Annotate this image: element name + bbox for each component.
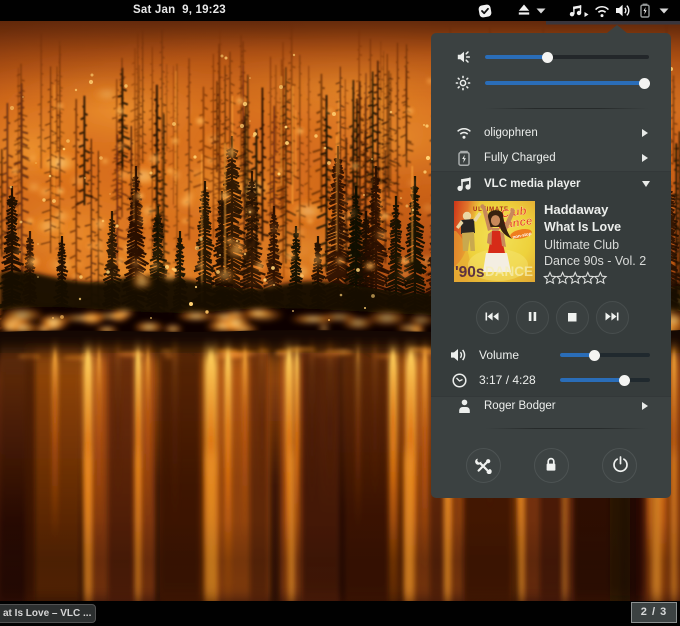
svg-text:DANCE: DANCE [485, 264, 533, 279]
svg-text:'90s: '90s [455, 264, 485, 281]
